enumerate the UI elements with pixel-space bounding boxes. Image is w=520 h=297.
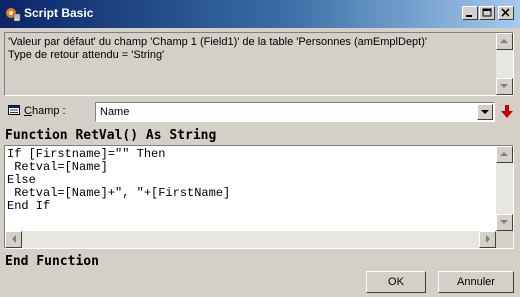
editor-scroll-down-button[interactable]: [496, 214, 513, 231]
champ-row: Champ : Name: [0, 100, 520, 124]
red-down-arrow-icon: [501, 105, 513, 118]
editor-scroll-left-button[interactable]: [5, 231, 22, 248]
maximize-button[interactable]: [479, 6, 495, 20]
chevron-left-icon: [12, 235, 16, 243]
window-title: Script Basic: [24, 6, 94, 20]
description-line-2: Type de retour attendu = 'String': [8, 49, 165, 61]
function-footer: End Function: [5, 254, 99, 269]
chevron-up-icon: [500, 152, 508, 156]
scroll-up-button[interactable]: [496, 33, 513, 50]
insert-field-button[interactable]: [498, 102, 516, 122]
title-bar[interactable]: Script Basic: [0, 0, 520, 28]
scrollbar-corner: [496, 231, 513, 248]
chevron-down-icon: [500, 220, 508, 224]
description-scrollbar[interactable]: [496, 33, 513, 95]
close-icon: [501, 8, 510, 17]
script-basic-window: Script Basic 'Valeur par défaut' du cham…: [0, 0, 520, 297]
champ-select-value: Name: [100, 106, 130, 118]
minimize-button[interactable]: [462, 6, 478, 20]
ok-button[interactable]: OK: [366, 271, 426, 293]
champ-dropdown-button[interactable]: [477, 104, 493, 120]
close-button[interactable]: [498, 6, 514, 20]
function-header: Function RetVal() As String: [5, 128, 217, 143]
minimize-icon: [466, 15, 472, 17]
code-editor[interactable]: If [Firstname]="" Then Retval=[Name] Els…: [4, 145, 514, 249]
field-icon: [8, 105, 20, 115]
chevron-up-icon: [500, 39, 508, 43]
editor-horizontal-scrollbar[interactable]: [5, 231, 496, 248]
description-text: 'Valeur par défaut' du champ 'Champ 1 (F…: [8, 36, 494, 62]
maximize-icon: [482, 8, 492, 17]
code-text[interactable]: If [Firstname]="" Then Retval=[Name] Els…: [7, 148, 230, 213]
chevron-right-icon: [486, 235, 490, 243]
editor-scroll-right-button[interactable]: [479, 231, 496, 248]
chevron-down-icon: [481, 110, 489, 114]
champ-label-accesskey: C: [24, 105, 32, 117]
chevron-down-icon: [500, 84, 508, 88]
editor-scroll-up-button[interactable]: [496, 146, 513, 163]
champ-label: Champ :: [24, 105, 66, 117]
champ-select[interactable]: Name: [95, 102, 495, 122]
script-app-icon: [6, 8, 21, 22]
description-line-1: 'Valeur par défaut' du champ 'Champ 1 (F…: [8, 36, 427, 48]
scroll-down-button[interactable]: [496, 78, 513, 95]
cancel-button[interactable]: Annuler: [438, 271, 514, 293]
champ-label-rest: hamp :: [31, 105, 66, 117]
editor-vertical-scrollbar[interactable]: [496, 146, 513, 231]
description-box: 'Valeur par défaut' du champ 'Champ 1 (F…: [4, 32, 514, 96]
